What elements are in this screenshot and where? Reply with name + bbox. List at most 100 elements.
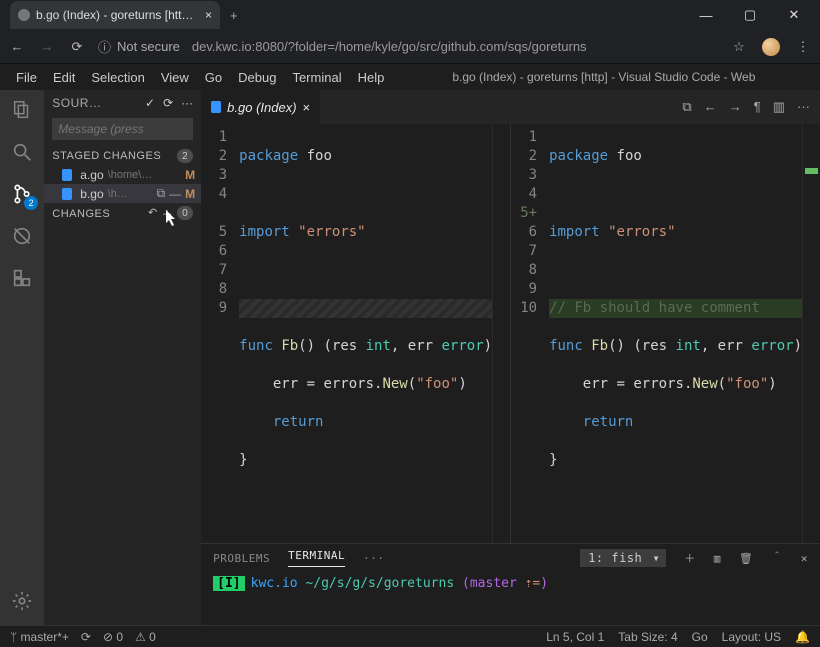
panel-tab-problems[interactable]: PROBLEMS (213, 552, 270, 565)
window-minimize-button[interactable]: — (684, 0, 728, 30)
scm-badge: 2 (24, 196, 38, 210)
code-original[interactable]: package foo import "errors" func Fb() (r… (235, 124, 492, 543)
stage-all-icon[interactable]: ＋ (162, 206, 174, 222)
open-file-icon[interactable]: ⧉ (157, 186, 166, 201)
reload-button[interactable]: ⟳ (68, 38, 86, 56)
unstage-icon[interactable]: — (169, 187, 181, 201)
site-security[interactable]: ⓘ Not secure (98, 37, 180, 56)
status-bar: ᛘ master*+ ⟳ ⊘ 0 ⚠ 0 Ln 5, Col 1 Tab Siz… (0, 625, 820, 647)
file-name: b.go (80, 187, 103, 201)
commit-check-icon[interactable]: ✓ (145, 96, 155, 110)
editor-tab-label: b.go (Index) (227, 100, 296, 115)
browser-tab[interactable]: b.go (Index) - goreturns [http] - V × (10, 1, 220, 29)
code-modified[interactable]: package foo import "errors" // Fb should… (545, 124, 802, 543)
maximize-panel-icon[interactable]: ＾ (771, 550, 783, 566)
prompt-mode: [I] (213, 576, 244, 591)
staged-file-a[interactable]: a.go \home\kyl…M (44, 166, 201, 184)
activity-debug[interactable] (8, 222, 36, 250)
status-cursor-pos[interactable]: Ln 5, Col 1 (546, 630, 604, 644)
bottom-panel: PROBLEMS TERMINAL ··· 1: fish ＋ ▥ 🗑 ＾ ✕ … (201, 543, 820, 625)
prompt-dirty: ⇡= (517, 576, 540, 591)
more-icon[interactable]: ··· (181, 96, 193, 110)
kebab-menu-icon[interactable]: ⋮ (794, 38, 812, 56)
file-name: a.go (80, 168, 103, 182)
address-bar: ← → ⟳ ⓘ Not secure dev.kwc.io:8080/?fold… (0, 30, 820, 64)
status-layout[interactable]: Layout: US (722, 630, 781, 644)
terminal[interactable]: [I]kwc.io ~/g/s/g/s/goreturns (master ⇡=… (201, 572, 820, 625)
panel-tab-terminal[interactable]: TERMINAL (288, 549, 345, 567)
menu-debug[interactable]: Debug (230, 68, 284, 87)
window-close-button[interactable]: ✕ (772, 0, 816, 30)
next-change-icon[interactable]: → (729, 99, 742, 115)
diff-modified-pane[interactable]: 12345+678910 package foo import "errors"… (511, 124, 820, 543)
new-terminal-icon[interactable]: ＋ (684, 550, 696, 566)
activity-bar: 2 (0, 90, 44, 625)
back-button[interactable]: ← (8, 38, 26, 56)
refresh-icon[interactable]: ⟳ (163, 96, 173, 110)
changes-count-badge: 0 (177, 206, 193, 220)
staged-file-b[interactable]: b.go \h…⧉— M (44, 184, 201, 203)
close-icon[interactable]: × (205, 8, 212, 22)
activity-extensions[interactable] (8, 264, 36, 292)
section-staged-label: STAGED CHANGES (52, 150, 161, 162)
window-maximize-button[interactable]: ▢ (728, 0, 772, 30)
activity-settings[interactable] (8, 587, 36, 615)
menu-file[interactable]: File (8, 68, 45, 87)
not-secure-label: Not secure (117, 39, 180, 54)
status-branch: master*+ (21, 630, 69, 644)
section-staged[interactable]: STAGED CHANGES 2 (44, 146, 201, 166)
more-icon[interactable]: ··· (797, 99, 810, 115)
close-panel-icon[interactable]: ✕ (801, 552, 808, 565)
staged-count-badge: 2 (177, 149, 193, 163)
file-icon (62, 188, 72, 200)
kill-terminal-icon[interactable]: 🗑 (739, 552, 753, 565)
status-language[interactable]: Go (692, 630, 708, 644)
prompt-paren-close: ) (540, 576, 548, 591)
close-icon[interactable]: × (303, 100, 311, 115)
activity-explorer[interactable] (8, 96, 36, 124)
diff-original-pane[interactable]: 123456789 package foo import "errors" fu… (201, 124, 511, 543)
file-icon (62, 169, 72, 181)
bell-icon[interactable]: 🔔 (795, 630, 810, 644)
minimap[interactable] (492, 124, 510, 543)
split-editor-icon[interactable]: ▥ (773, 99, 785, 115)
sync-icon[interactable]: ⟳ (81, 630, 91, 644)
menu-bar: File Edit Selection View Go Debug Termin… (0, 64, 820, 90)
prompt-branch: master (470, 576, 517, 591)
menu-view[interactable]: View (153, 68, 197, 87)
whitespace-icon[interactable]: ¶ (754, 99, 761, 115)
file-icon (211, 101, 221, 113)
profile-avatar[interactable] (762, 38, 780, 56)
minimap[interactable] (802, 124, 820, 543)
scm-title: SOUR… (52, 96, 137, 110)
menu-selection[interactable]: Selection (83, 68, 152, 87)
discard-icon[interactable]: ↶ (148, 206, 158, 222)
prompt-path: ~/g/s/g/s/goreturns (298, 576, 462, 591)
branch-icon[interactable]: ᛘ master*+ (10, 630, 69, 644)
prev-change-icon[interactable]: ← (704, 99, 717, 115)
section-changes[interactable]: CHANGES ↶ ＋ 0 (44, 203, 201, 225)
status-warnings[interactable]: ⚠ 0 (135, 630, 156, 644)
menu-edit[interactable]: Edit (45, 68, 83, 87)
panel-more-icon[interactable]: ··· (363, 552, 384, 565)
activity-search[interactable] (8, 138, 36, 166)
split-terminal-icon[interactable]: ▥ (714, 552, 721, 565)
terminal-selector[interactable]: 1: fish (580, 549, 666, 567)
menu-go[interactable]: Go (197, 68, 230, 87)
url-text[interactable]: dev.kwc.io:8080/?folder=/home/kyle/go/sr… (192, 39, 587, 54)
status-errors[interactable]: ⊘ 0 (103, 630, 123, 644)
diff-editor[interactable]: 123456789 package foo import "errors" fu… (201, 124, 820, 543)
prompt-host: kwc.io (251, 576, 298, 591)
forward-button[interactable]: → (38, 38, 56, 56)
bookmark-star-icon[interactable]: ☆ (730, 38, 748, 56)
editor-tab[interactable]: b.go (Index) × (201, 90, 320, 124)
menu-terminal[interactable]: Terminal (284, 68, 349, 87)
activity-source-control[interactable]: 2 (8, 180, 36, 208)
commit-message-input[interactable] (52, 118, 193, 140)
added-comment: // Fb should have comment (549, 300, 760, 316)
status-tab-size[interactable]: Tab Size: 4 (618, 630, 677, 644)
new-tab-button[interactable]: + (230, 8, 238, 23)
menu-help[interactable]: Help (350, 68, 393, 87)
open-file-icon[interactable]: ⧉ (682, 99, 691, 115)
favicon (18, 9, 30, 21)
